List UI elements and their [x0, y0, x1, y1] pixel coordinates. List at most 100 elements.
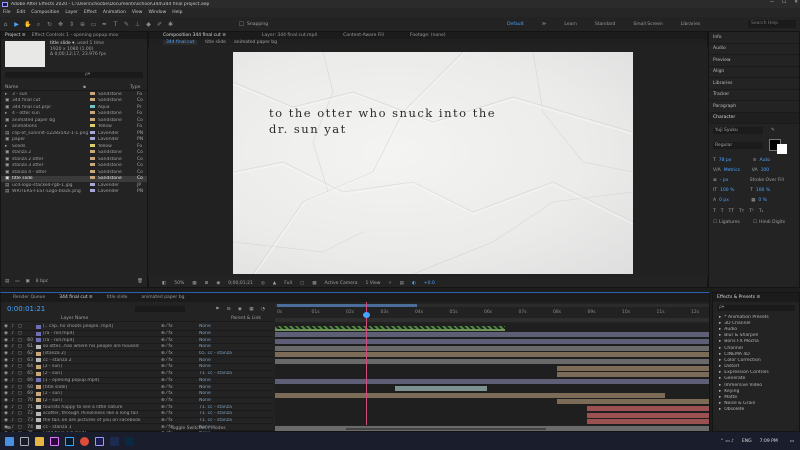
layer-row[interactable]: ◉ ♪ ▢ [ra - roll.mp4] ⊕ ⁄ fx None: [1, 331, 273, 338]
selected-layer-bar[interactable]: [275, 325, 505, 329]
font-style-dropdown[interactable]: Regular: [713, 141, 763, 149]
menu-layer[interactable]: Layer: [65, 10, 78, 15]
time-ruler[interactable]: 0s 01s 02s 03s 04s 05s 06s 07s 08s 09s 10s 11s 12s: [275, 302, 709, 324]
panel-paragraph[interactable]: Paragraph: [709, 101, 799, 113]
layer-duration-bar[interactable]: [275, 352, 709, 358]
layer-name[interactable]: scatter, through rhinoliness like a long…: [43, 411, 161, 416]
menu-edit[interactable]: Edit: [17, 10, 26, 15]
layer-name[interactable]: [2 - sun]: [43, 371, 161, 376]
font-dropdown[interactable]: Yuji Syuku: [713, 127, 763, 134]
zoom-slider[interactable]: [345, 427, 546, 430]
project-item[interactable]: ▸ animations Yellow Fo: [1, 124, 147, 131]
layer-mode-switches[interactable]: ⊕ ⁄ fx: [161, 324, 199, 329]
label-color-swatch[interactable]: [90, 176, 95, 180]
expand-arrow-icon[interactable]: ▸: [719, 352, 721, 357]
work-area-range[interactable]: [277, 304, 417, 307]
ligatures-checkbox[interactable]: ☐: [713, 219, 717, 226]
tab-render-queue[interactable]: Render Queue: [13, 295, 45, 300]
playhead-handle[interactable]: [363, 312, 370, 318]
clock[interactable]: 7:09 PM: [760, 439, 778, 444]
layer-row[interactable]: ◉ ♪ ▢ 66 [1 - opening popup.mp4] ⊕ ⁄ fx None: [1, 378, 273, 385]
layer-row[interactable]: ◉ ♪ ▢ 61 so otter...has where his people a…: [1, 344, 273, 351]
exposure-icon[interactable]: ◐: [412, 281, 416, 286]
expand-arrow-icon[interactable]: ▸: [719, 395, 721, 400]
panel-info[interactable]: Info: [709, 32, 799, 44]
label-color-swatch[interactable]: [90, 98, 95, 102]
layer-duration-bar[interactable]: [275, 379, 709, 385]
channel-icon[interactable]: ▲: [273, 281, 276, 286]
label-color-swatch[interactable]: [90, 104, 95, 108]
comp-mini-flowchart-icon[interactable]: ⊞: [7, 426, 11, 431]
menu-view[interactable]: View: [132, 10, 143, 15]
layer-parent-dropdown[interactable]: None: [199, 398, 237, 403]
expand-arrow-icon[interactable]: ▸: [719, 376, 721, 381]
zoom-dropdown[interactable]: 50%: [174, 281, 184, 286]
layer-duration-bar[interactable]: [275, 338, 709, 344]
layer-mode-switches[interactable]: ⊕ ⁄ fx: [161, 418, 199, 423]
eraser-tool-icon[interactable]: ◆: [145, 21, 152, 28]
layer-parent-dropdown[interactable]: None: [199, 338, 237, 343]
menu-help[interactable]: Help: [172, 10, 182, 15]
layer-mode-switches[interactable]: ⊕ ⁄ fx: [161, 378, 199, 383]
workspace-small-screen[interactable]: Small Screen: [633, 22, 662, 27]
layer-row[interactable]: ◉ ♪ ▢ 70 [2 - sun] ⊕ ⁄ fx None: [1, 398, 273, 405]
expand-arrow-icon[interactable]: ▸: [719, 364, 721, 369]
label-color-swatch[interactable]: [90, 111, 95, 115]
vertical-scale-field[interactable]: 100 %: [720, 187, 750, 194]
label-color-swatch[interactable]: [90, 117, 95, 121]
expand-arrow-icon[interactable]: ▸: [719, 327, 721, 332]
stroke-color-swatch[interactable]: [777, 144, 787, 154]
layer-parent-dropdown[interactable]: None: [199, 344, 237, 349]
expand-arrow-icon[interactable]: ▸: [719, 358, 721, 363]
layer-name[interactable]: [2 - sun]: [43, 391, 161, 396]
superscript-button[interactable]: T¹: [749, 208, 754, 215]
layer-name[interactable]: [.. clip..ho shoots people..mp4]: [43, 324, 161, 329]
caption-text[interactable]: to the otter who snuck into the dr. sun …: [269, 105, 599, 137]
task-view-icon[interactable]: [20, 436, 29, 446]
layer-mode-switches[interactable]: ⊕ ⁄ fx: [161, 405, 199, 410]
layer-switches[interactable]: ◉ ♪ ▢: [1, 411, 23, 416]
clone-stamp-icon[interactable]: ⊥: [134, 21, 141, 28]
tab-timeline-paper-bg[interactable]: animated paper bg: [141, 295, 184, 300]
layer-mode-switches[interactable]: ⊕ ⁄ fx: [161, 398, 199, 403]
layer-duration-bar[interactable]: [275, 392, 665, 398]
layer-switches[interactable]: ◉ ♪ ▢: [1, 358, 23, 363]
layer-name[interactable]: [1 - opening popup.mp4]: [43, 378, 161, 383]
tab-effects-presets[interactable]: Effects & Presets ≡: [717, 295, 760, 300]
layer-row[interactable]: ◉ ♪ ▢ 72 scatter, through rhinoliness like…: [1, 411, 273, 418]
search-help-input[interactable]: Search Help: [748, 20, 796, 28]
label-color-swatch[interactable]: [90, 91, 95, 95]
layer-switches[interactable]: ◉ ♪ ▢: [1, 344, 23, 349]
layer-duration-bar[interactable]: [587, 405, 709, 411]
layer-switches[interactable]: ◉ ♪ ▢: [1, 398, 23, 403]
project-search-input[interactable]: ρ▾: [5, 72, 143, 78]
menu-file[interactable]: File: [3, 10, 11, 15]
layer-duration-bar[interactable]: [275, 332, 709, 338]
baseline-field[interactable]: 0 px: [719, 197, 751, 204]
label-color-swatch[interactable]: [90, 163, 95, 167]
layer-switches[interactable]: ◉ ♪ ▢: [1, 418, 23, 423]
camera-dropdown[interactable]: Active Camera: [325, 281, 358, 286]
tab-project[interactable]: Project ≡: [5, 33, 26, 38]
maximize-button[interactable]: ☐: [782, 0, 786, 8]
small-caps-button[interactable]: Tт: [739, 208, 744, 215]
transparency-icon[interactable]: ▩: [312, 281, 316, 286]
tab-effect-controls[interactable]: Effect Controls 1 - opening popup.mov: [32, 33, 119, 38]
layer-switches[interactable]: ◉ ♪ ▢: [1, 378, 23, 383]
label-color-swatch[interactable]: [90, 137, 95, 141]
panel-preview[interactable]: Preview: [709, 55, 799, 67]
roi-icon[interactable]: ▢: [300, 281, 304, 286]
layer-switches[interactable]: ◉ ♪ ▢: [1, 324, 23, 329]
trash-icon[interactable]: 🗑: [137, 279, 143, 284]
camera-icon[interactable]: ◎: [261, 281, 265, 286]
project-item[interactable]: ▣ paper Lavender PN: [1, 137, 147, 144]
layer-mode-switches[interactable]: ⊕ ⁄ fx: [161, 391, 199, 396]
grid-icon[interactable]: ▤: [400, 281, 404, 286]
exposure-value[interactable]: +0.0: [424, 281, 435, 286]
tsume-field[interactable]: 0 %: [758, 197, 767, 204]
layer-row[interactable]: ◉ ♪ ▢ 63 cc - stanza 2 ⊕ ⁄ fx None: [1, 357, 273, 365]
expand-arrow-icon[interactable]: ▸: [719, 321, 721, 326]
time-navigator[interactable]: [275, 318, 709, 322]
kerning-field[interactable]: Metrics: [724, 167, 752, 174]
after-effects-taskbar-icon[interactable]: [95, 436, 104, 446]
